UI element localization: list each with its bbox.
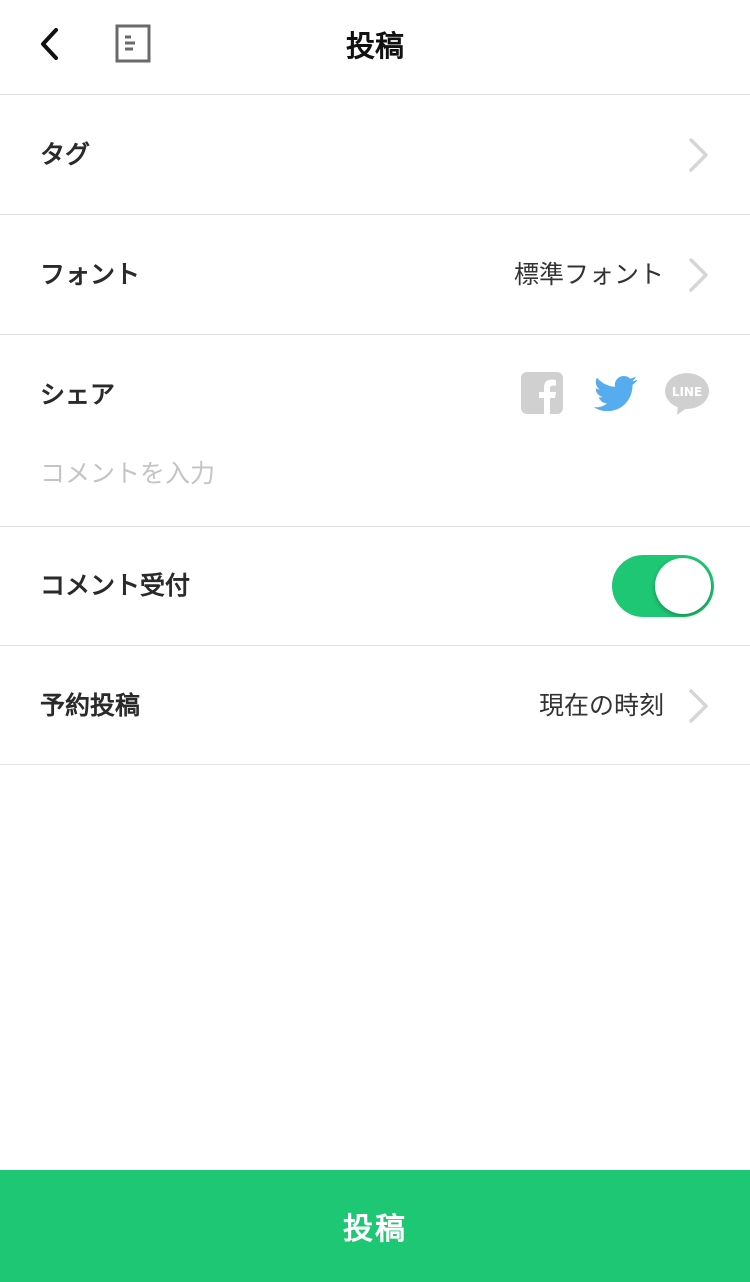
schedule-value: 現在の時刻 — [538, 691, 664, 720]
line-icon: LINE — [665, 373, 709, 415]
share-label: シェア — [40, 380, 116, 409]
comment-acceptance-label: コメント受付 — [40, 571, 191, 600]
comment-acceptance-toggle[interactable] — [612, 555, 714, 617]
header-bar: 投稿 — [0, 0, 750, 95]
post-button[interactable]: 投稿 — [0, 1170, 750, 1282]
font-value: 標準フォント — [513, 260, 664, 289]
schedule-label: 予約投稿 — [40, 691, 141, 720]
twitter-icon — [593, 375, 638, 412]
tag-label: タグ — [40, 140, 91, 169]
page-title: 投稿 — [345, 29, 404, 63]
tag-row[interactable]: タグ — [0, 95, 750, 215]
schedule-row[interactable]: 予約投稿 現在の時刻 — [0, 646, 750, 765]
chevron-right-icon — [689, 138, 708, 172]
line-icon-text: LINE — [672, 385, 702, 399]
comment-acceptance-row: コメント受付 — [0, 527, 750, 646]
font-label: フォント — [40, 260, 141, 289]
twitter-share-button[interactable] — [593, 371, 638, 415]
facebook-icon — [521, 372, 563, 414]
share-section: シェア LINE — [0, 335, 750, 527]
chevron-right-icon — [689, 258, 708, 292]
comment-input[interactable] — [40, 453, 700, 493]
facebook-share-button[interactable] — [520, 371, 564, 415]
font-row[interactable]: フォント 標準フォント — [0, 215, 750, 335]
chevron-right-icon — [689, 689, 708, 723]
line-share-button[interactable]: LINE — [664, 371, 710, 417]
toggle-knob — [655, 558, 711, 614]
